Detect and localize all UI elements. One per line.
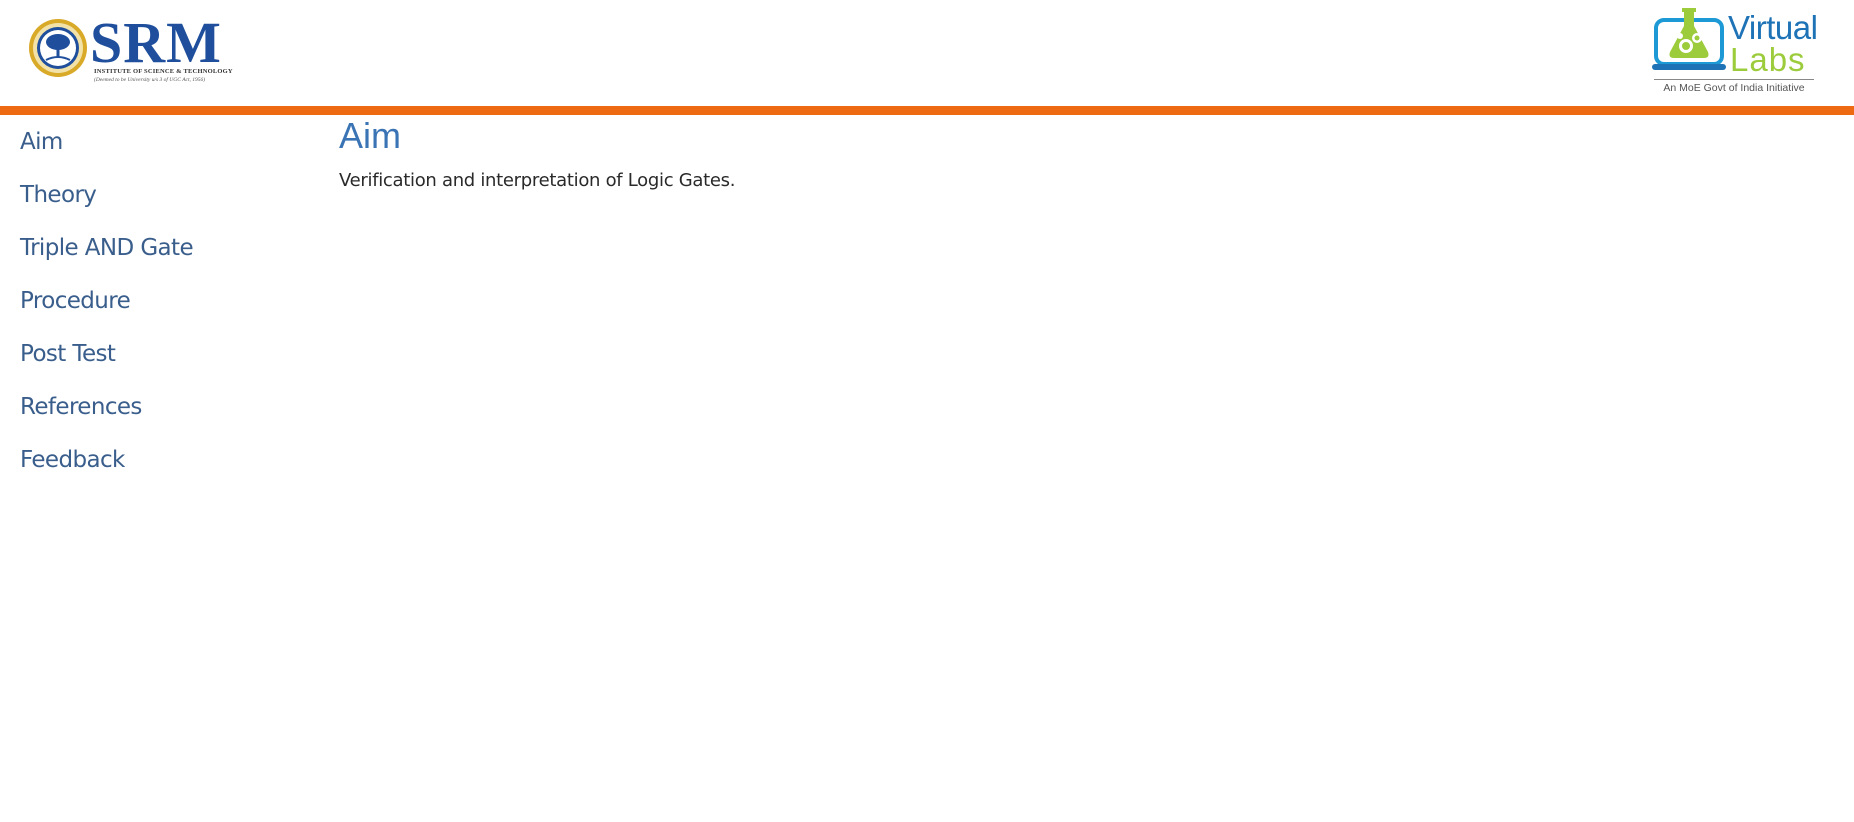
srm-subtitle: INSTITUTE OF SCIENCE & TECHNOLOGY [94,68,233,75]
srm-wordmark: SRM [90,10,222,75]
sidebar-item-triple-and-gate[interactable]: Triple AND Gate [20,230,300,283]
page-title: Aim [339,115,401,156]
sidebar-item-feedback[interactable]: Feedback [20,442,300,495]
sidebar-item-procedure[interactable]: Procedure [20,283,300,336]
sidebar-item-references[interactable]: References [20,389,300,442]
sidebar-item-aim[interactable]: Aim [20,124,300,177]
srm-logo[interactable]: SRM INSTITUTE OF SCIENCE & TECHNOLOGY (D… [28,10,233,86]
sidebar-item-theory[interactable]: Theory [20,177,300,230]
virtual-labs-logo[interactable]: Virtual Labs An MoE Govt of India Initia… [1652,6,1820,98]
virtual-labs-word-labs: Labs [1730,41,1806,78]
aim-description: Verification and interpretation of Logic… [339,170,736,191]
srm-seal-icon [29,19,87,77]
main-content: Aim Verification and interpretation of L… [339,114,1819,194]
virtual-labs-divider [1654,79,1814,80]
srm-subtitle-2: (Deemed to be University u/s 3 of UGC Ac… [94,77,206,83]
virtual-labs-tagline: An MoE Govt of India Initiative [1663,82,1805,94]
sidebar-nav: Aim Theory Triple AND Gate Procedure Pos… [20,124,300,495]
header: SRM INSTITUTE OF SCIENCE & TECHNOLOGY (D… [0,0,1854,106]
sidebar-item-post-test[interactable]: Post Test [20,336,300,389]
lab-flask-laptop-icon [1652,8,1726,70]
